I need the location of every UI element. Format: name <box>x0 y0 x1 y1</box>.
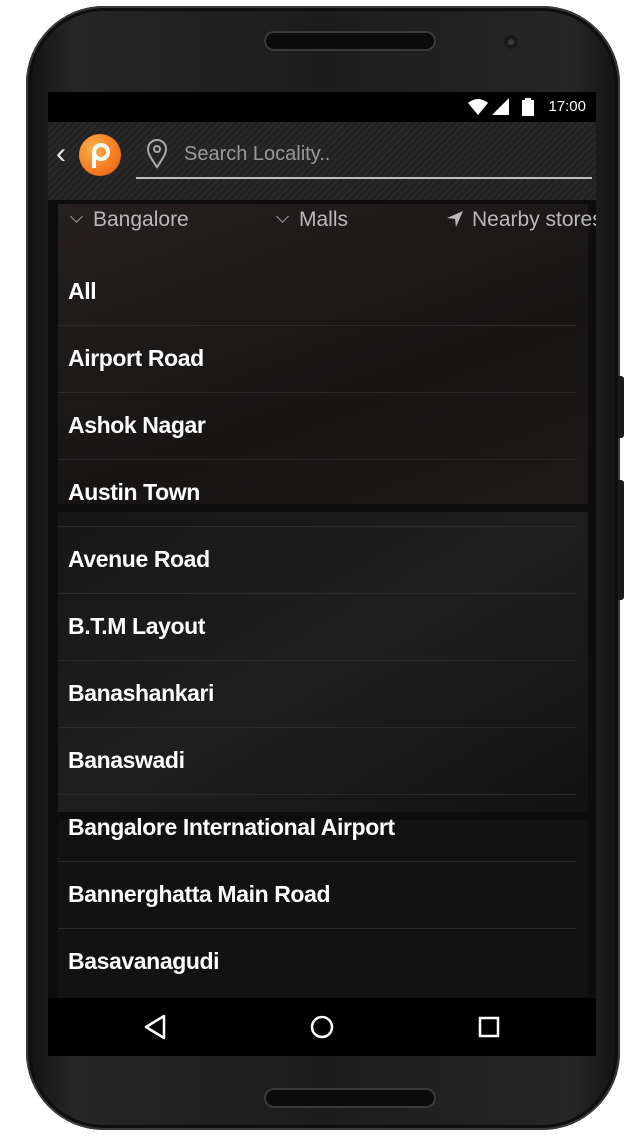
list-item-label: Basavanagudi <box>68 948 220 974</box>
list-item-label: Banashankari <box>68 680 215 706</box>
app-toolbar: ‹ Search Locality.. <box>48 122 596 200</box>
circle-home-icon[interactable] <box>307 1012 337 1042</box>
system-nav-bar <box>48 998 596 1056</box>
list-item[interactable]: Banaswadi <box>58 727 576 795</box>
filter-bar: Bangalore Malls Nearby stores <box>48 200 596 244</box>
search-placeholder: Search Locality.. <box>184 143 331 165</box>
chevron-down-icon <box>276 210 289 223</box>
city-filter[interactable]: Bangalore <box>70 208 189 232</box>
locality-dropdown-panel: Bangalore Malls Nearby stores All Airpor… <box>48 200 596 998</box>
category-filter[interactable]: Malls <box>276 208 349 232</box>
nearby-stores-label: Nearby stores <box>472 208 596 231</box>
list-item-label: Avenue Road <box>68 546 210 572</box>
signal-icon <box>492 98 509 115</box>
list-item-label: Banaswadi <box>68 747 185 773</box>
list-item[interactable]: All <box>58 258 576 326</box>
navigation-arrow-icon <box>447 211 463 227</box>
list-item[interactable]: Avenue Road <box>58 526 576 594</box>
chevron-down-icon <box>70 210 83 223</box>
status-time: 17:00 <box>548 98 586 115</box>
power-button <box>618 480 624 600</box>
list-item[interactable]: Airport Road <box>58 325 576 393</box>
list-item-label: Ashok Nagar <box>68 412 206 438</box>
triangle-back-icon[interactable] <box>140 1012 170 1042</box>
list-item-label: All <box>68 278 97 304</box>
status-bar: 17:00 <box>48 92 596 122</box>
wifi-icon <box>468 99 488 115</box>
app-logo-icon[interactable] <box>79 134 121 176</box>
list-item-label: Austin Town <box>68 479 200 505</box>
nearby-stores-button[interactable]: Nearby stores <box>446 208 596 232</box>
category-filter-label: Malls <box>299 208 349 231</box>
list-item[interactable]: Banashankari <box>58 660 576 728</box>
list-item[interactable]: Austin Town <box>58 459 576 527</box>
list-item-label: B.T.M Layout <box>68 613 206 639</box>
bottom-speaker <box>266 1090 434 1106</box>
location-pin-icon <box>146 139 168 169</box>
list-item-label: Bannerghatta Main Road <box>68 881 331 907</box>
search-input[interactable]: Search Locality.. <box>136 131 592 179</box>
front-camera <box>504 35 518 49</box>
volume-button <box>618 376 624 438</box>
list-item[interactable]: Bangalore International Airport <box>58 794 576 862</box>
list-item[interactable]: B.T.M Layout <box>58 593 576 661</box>
list-item-label: Airport Road <box>68 345 204 371</box>
chevron-left-icon[interactable]: ‹ <box>56 139 66 169</box>
screen: 17:00 ‹ Search Locality.. Bangalore Mall… <box>48 92 596 1056</box>
list-item[interactable]: Ashok Nagar <box>58 392 576 460</box>
list-item-label: Bangalore International Airport <box>68 814 395 840</box>
battery-icon <box>522 98 534 116</box>
city-filter-label: Bangalore <box>93 208 189 231</box>
square-recent-icon[interactable] <box>474 1012 504 1042</box>
list-item[interactable]: Basavanagudi <box>58 928 576 995</box>
earpiece-speaker <box>266 33 434 49</box>
list-item[interactable]: Bannerghatta Main Road <box>58 861 576 929</box>
